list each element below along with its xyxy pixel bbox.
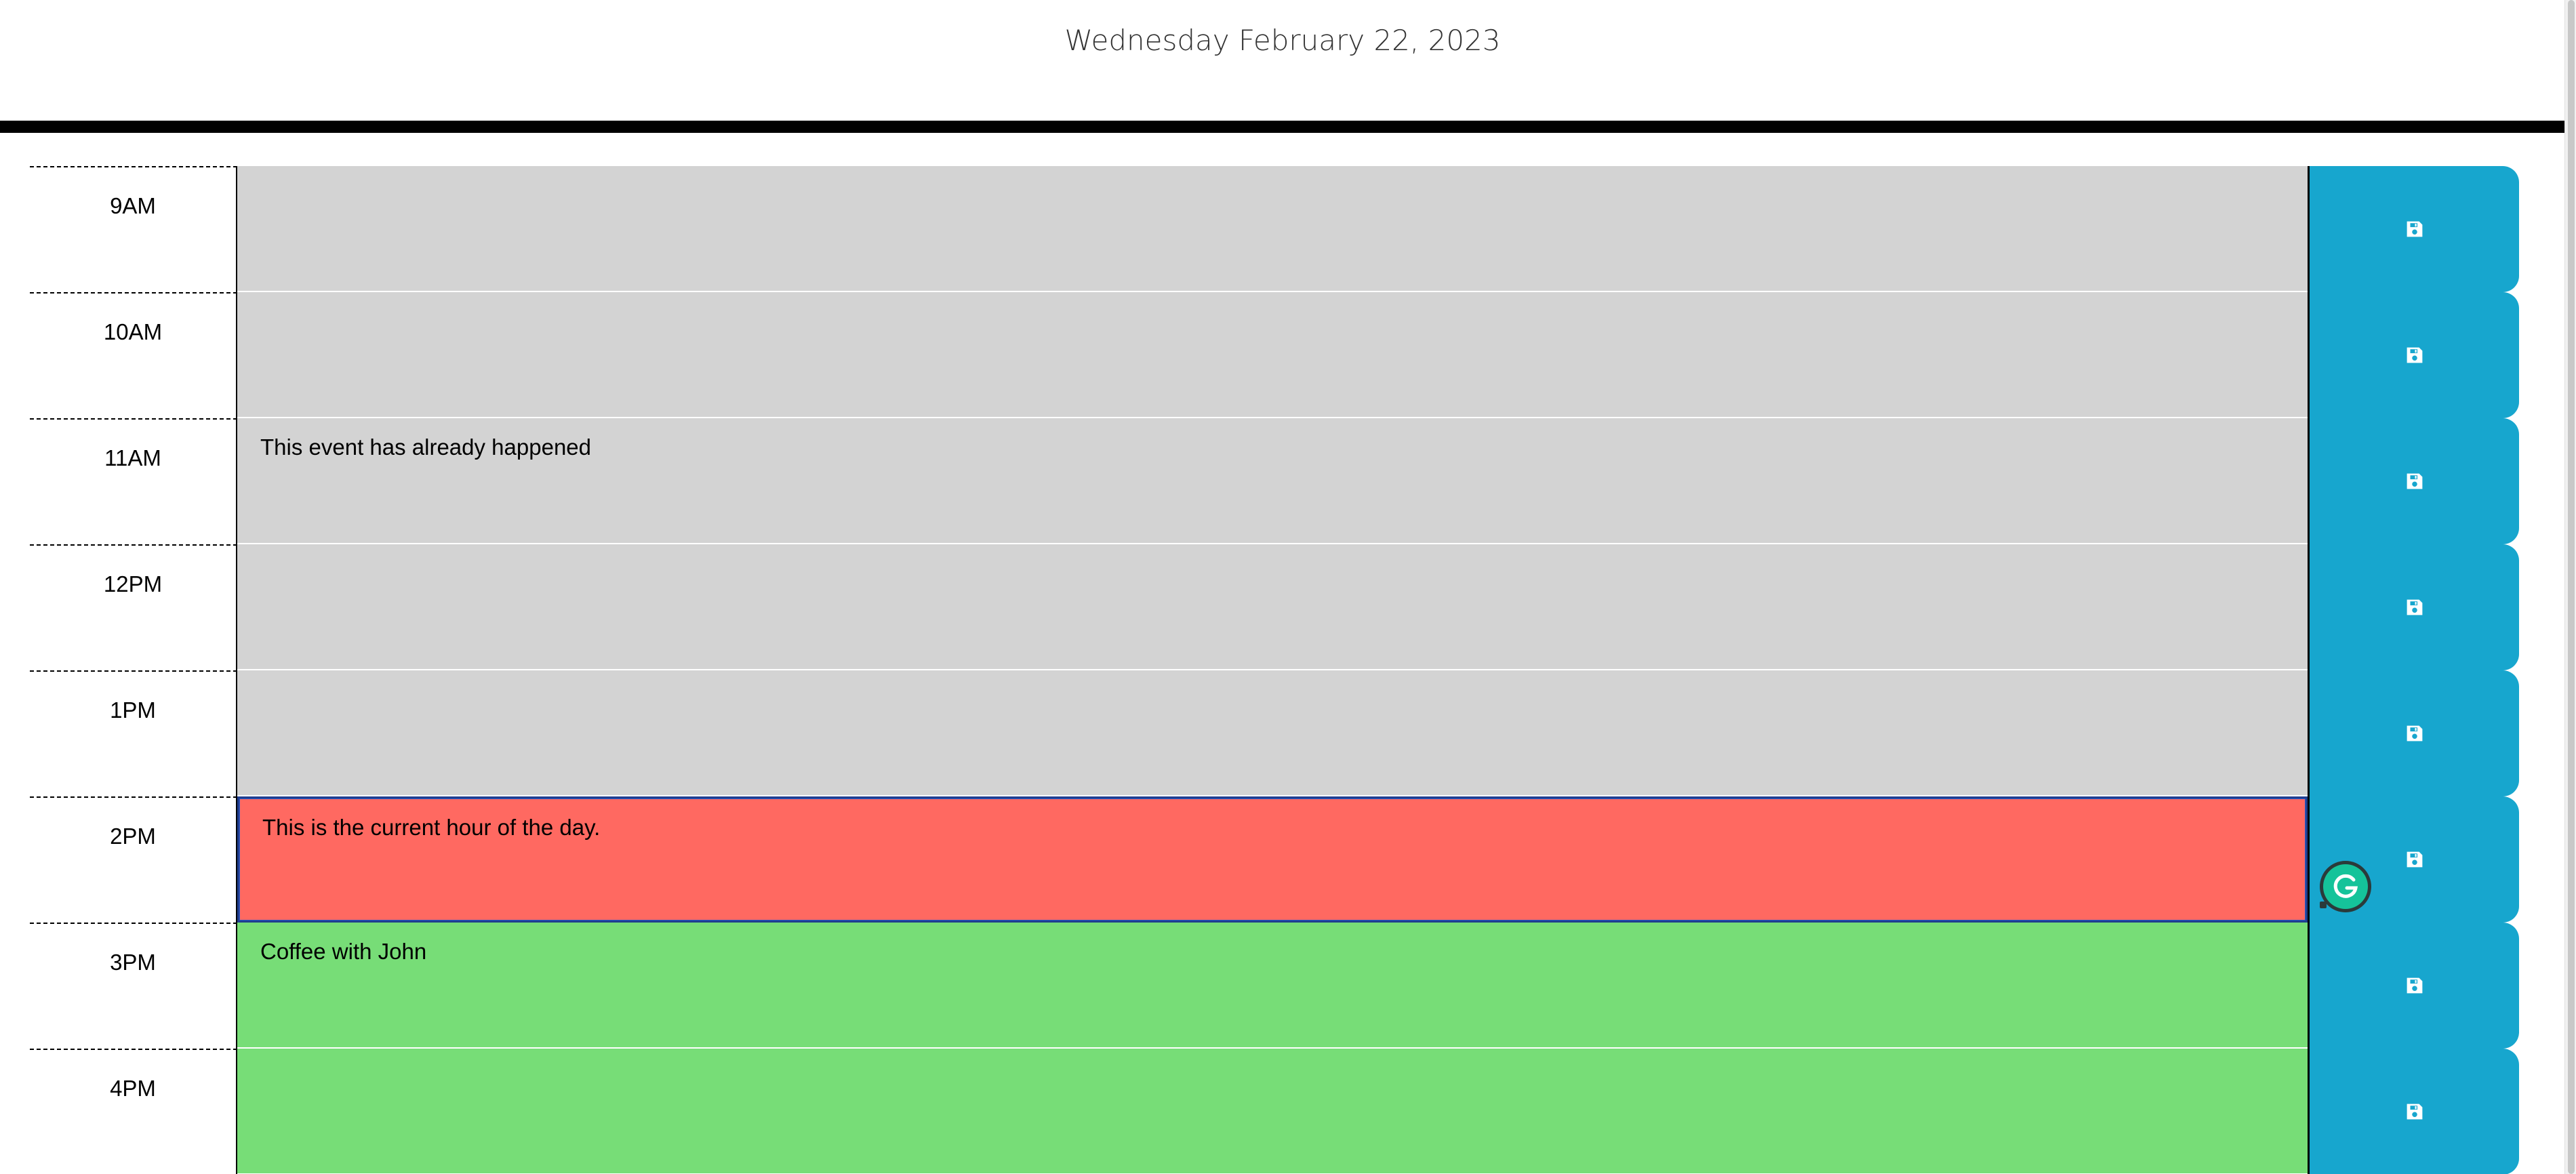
- save-button[interactable]: [2308, 166, 2519, 292]
- floppy-disk-icon: [2407, 347, 2422, 363]
- event-description[interactable]: This event has already happened: [237, 418, 2308, 544]
- hour-label: 3PM: [30, 923, 237, 1049]
- floppy-disk-icon: [2407, 977, 2422, 994]
- time-block: 4PM: [30, 1049, 2519, 1174]
- vertical-scrollbar[interactable]: [2564, 0, 2576, 1174]
- current-day: Wednesday February 22, 2023: [1064, 24, 1501, 57]
- save-button[interactable]: [2308, 418, 2519, 544]
- save-button[interactable]: [2308, 544, 2519, 670]
- floppy-disk-icon: [2407, 725, 2422, 742]
- time-block: 10AM: [30, 292, 2519, 418]
- hour-label: 10AM: [30, 292, 237, 418]
- scrollbar-thumb[interactable]: [2568, 0, 2575, 1174]
- event-description[interactable]: [237, 292, 2308, 418]
- header-divider: [0, 121, 2565, 133]
- page-header: Wednesday February 22, 2023: [0, 0, 2565, 121]
- hour-label: 11AM: [30, 418, 237, 544]
- time-block-list: 9AM 10AM 11AM This event has already hap…: [30, 166, 2519, 1174]
- scheduler-page: Wednesday February 22, 2023 9AM 10AM 11A…: [0, 0, 2576, 1174]
- time-block: 2PM This is the current hour of the day.: [30, 796, 2519, 923]
- floppy-disk-icon: [2407, 599, 2422, 615]
- grammarly-icon[interactable]: [2318, 859, 2373, 914]
- hour-label: 4PM: [30, 1049, 237, 1174]
- time-block: 3PM Coffee with John: [30, 923, 2519, 1049]
- grammarly-badge: [2320, 861, 2371, 912]
- time-block: 12PM: [30, 544, 2519, 670]
- event-description[interactable]: This is the current hour of the day.: [237, 796, 2308, 923]
- event-description[interactable]: Coffee with John: [237, 923, 2308, 1049]
- save-button[interactable]: [2308, 923, 2519, 1049]
- event-description[interactable]: [237, 670, 2308, 796]
- floppy-disk-icon: [2407, 1104, 2422, 1120]
- time-block: 1PM: [30, 670, 2519, 796]
- save-button[interactable]: [2308, 1049, 2519, 1174]
- event-description[interactable]: [237, 166, 2308, 292]
- floppy-disk-icon: [2407, 221, 2422, 237]
- hour-label: 9AM: [30, 166, 237, 292]
- floppy-disk-icon: [2407, 851, 2422, 868]
- hour-label: 2PM: [30, 796, 237, 923]
- save-button[interactable]: [2308, 670, 2519, 796]
- hour-label: 1PM: [30, 670, 237, 796]
- event-description[interactable]: [237, 1049, 2308, 1174]
- hour-label: 12PM: [30, 544, 237, 670]
- time-block: 9AM: [30, 166, 2519, 292]
- event-description[interactable]: [237, 544, 2308, 670]
- time-block: 11AM This event has already happened: [30, 418, 2519, 544]
- floppy-disk-icon: [2407, 473, 2422, 489]
- save-button[interactable]: [2308, 292, 2519, 418]
